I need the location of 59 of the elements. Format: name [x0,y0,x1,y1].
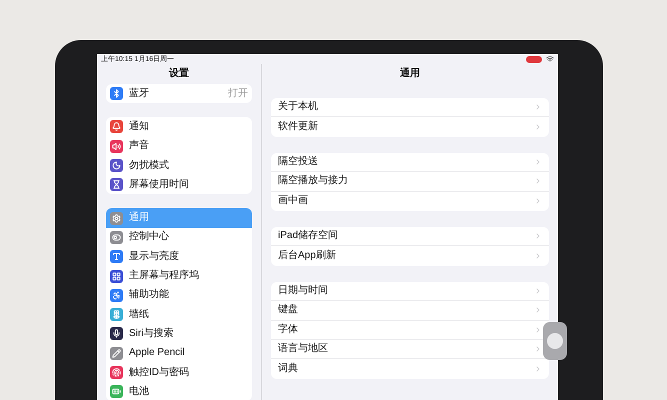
sidebar-item[interactable]: 电池 [106,382,252,400]
sidebar-item[interactable]: 勿扰模式 [106,156,252,176]
row-label: iPad储存空间 [278,231,338,242]
chevron-icon [534,197,542,206]
chevron-icon [534,177,542,186]
sidebar-item[interactable]: 屏幕使用时间 [106,175,252,194]
sidebar-item[interactable]: 控制中心 [106,228,252,248]
row-label: 语言与地区 [278,344,328,354]
sidebar-item[interactable]: 主屏幕与程序坞 [106,266,252,286]
item-label: 触控ID与密码 [129,368,189,378]
chevron-icon [534,306,542,314]
item-label: 电池 [129,386,149,397]
row-label: 隔空播放与接力 [278,176,348,186]
chevron-icon [534,232,542,240]
recording-indicator [526,56,542,62]
item-label: 辅助功能 [129,290,169,300]
sidebar-item[interactable]: 墙纸 [106,304,252,324]
row-label: 隔空投送 [278,156,318,167]
item-label: 墙纸 [129,310,149,320]
sidebar-title: 设置 [168,66,190,81]
item-label: Apple Pencil [129,348,185,358]
row-label: 画中画 [278,196,308,206]
chevron-icon [534,286,542,295]
chevron-icon [534,252,542,260]
assistive-touch-button[interactable] [543,322,567,360]
chevron-icon [534,326,542,334]
row-label: 软件更新 [278,122,318,132]
item-label: 声音 [129,141,149,152]
item-label: 蓝牙 [129,88,149,99]
row-label: 键盘 [278,305,298,316]
item-label: 通用 [129,213,149,224]
sidebar-item[interactable]: 蓝牙 打开 [106,84,252,104]
row-label: 关于本机 [278,102,318,112]
chevron-icon [534,345,542,354]
sidebar-item[interactable]: 显示与亮度 [106,247,252,266]
item-label: 显示与亮度 [129,252,179,262]
sidebar-item[interactable]: 触控ID与密码 [106,362,252,382]
item-label: 勿扰模式 [129,160,169,171]
row-label: 词典 [278,364,298,374]
chevron-icon [534,123,542,132]
sidebar-item[interactable]: Siri与搜索 [106,324,252,344]
row-label: 日期与时间 [278,286,328,296]
sidebar-item[interactable]: 辅助功能 [106,286,252,305]
wifi-icon [546,55,554,63]
item-label: 主屏幕与程序坞 [129,271,199,282]
chevron-icon [534,103,542,112]
row-label: 字体 [278,324,298,335]
row-label: 后台App刷新 [278,251,336,262]
sidebar-item[interactable]: Apple Pencil [106,344,252,363]
chevron-icon [534,364,542,373]
item-label: 控制中心 [129,232,169,242]
item-label: Siri与搜索 [129,328,174,339]
item-value: 打开 [228,88,248,99]
chevron-icon [534,158,542,166]
sidebar-item[interactable]: 声音 [106,136,252,156]
item-label: 屏幕使用时间 [129,180,189,190]
detail-title: 通用 [399,66,421,81]
sidebar-item[interactable]: 通知 [106,117,252,137]
item-label: 通知 [129,122,149,132]
